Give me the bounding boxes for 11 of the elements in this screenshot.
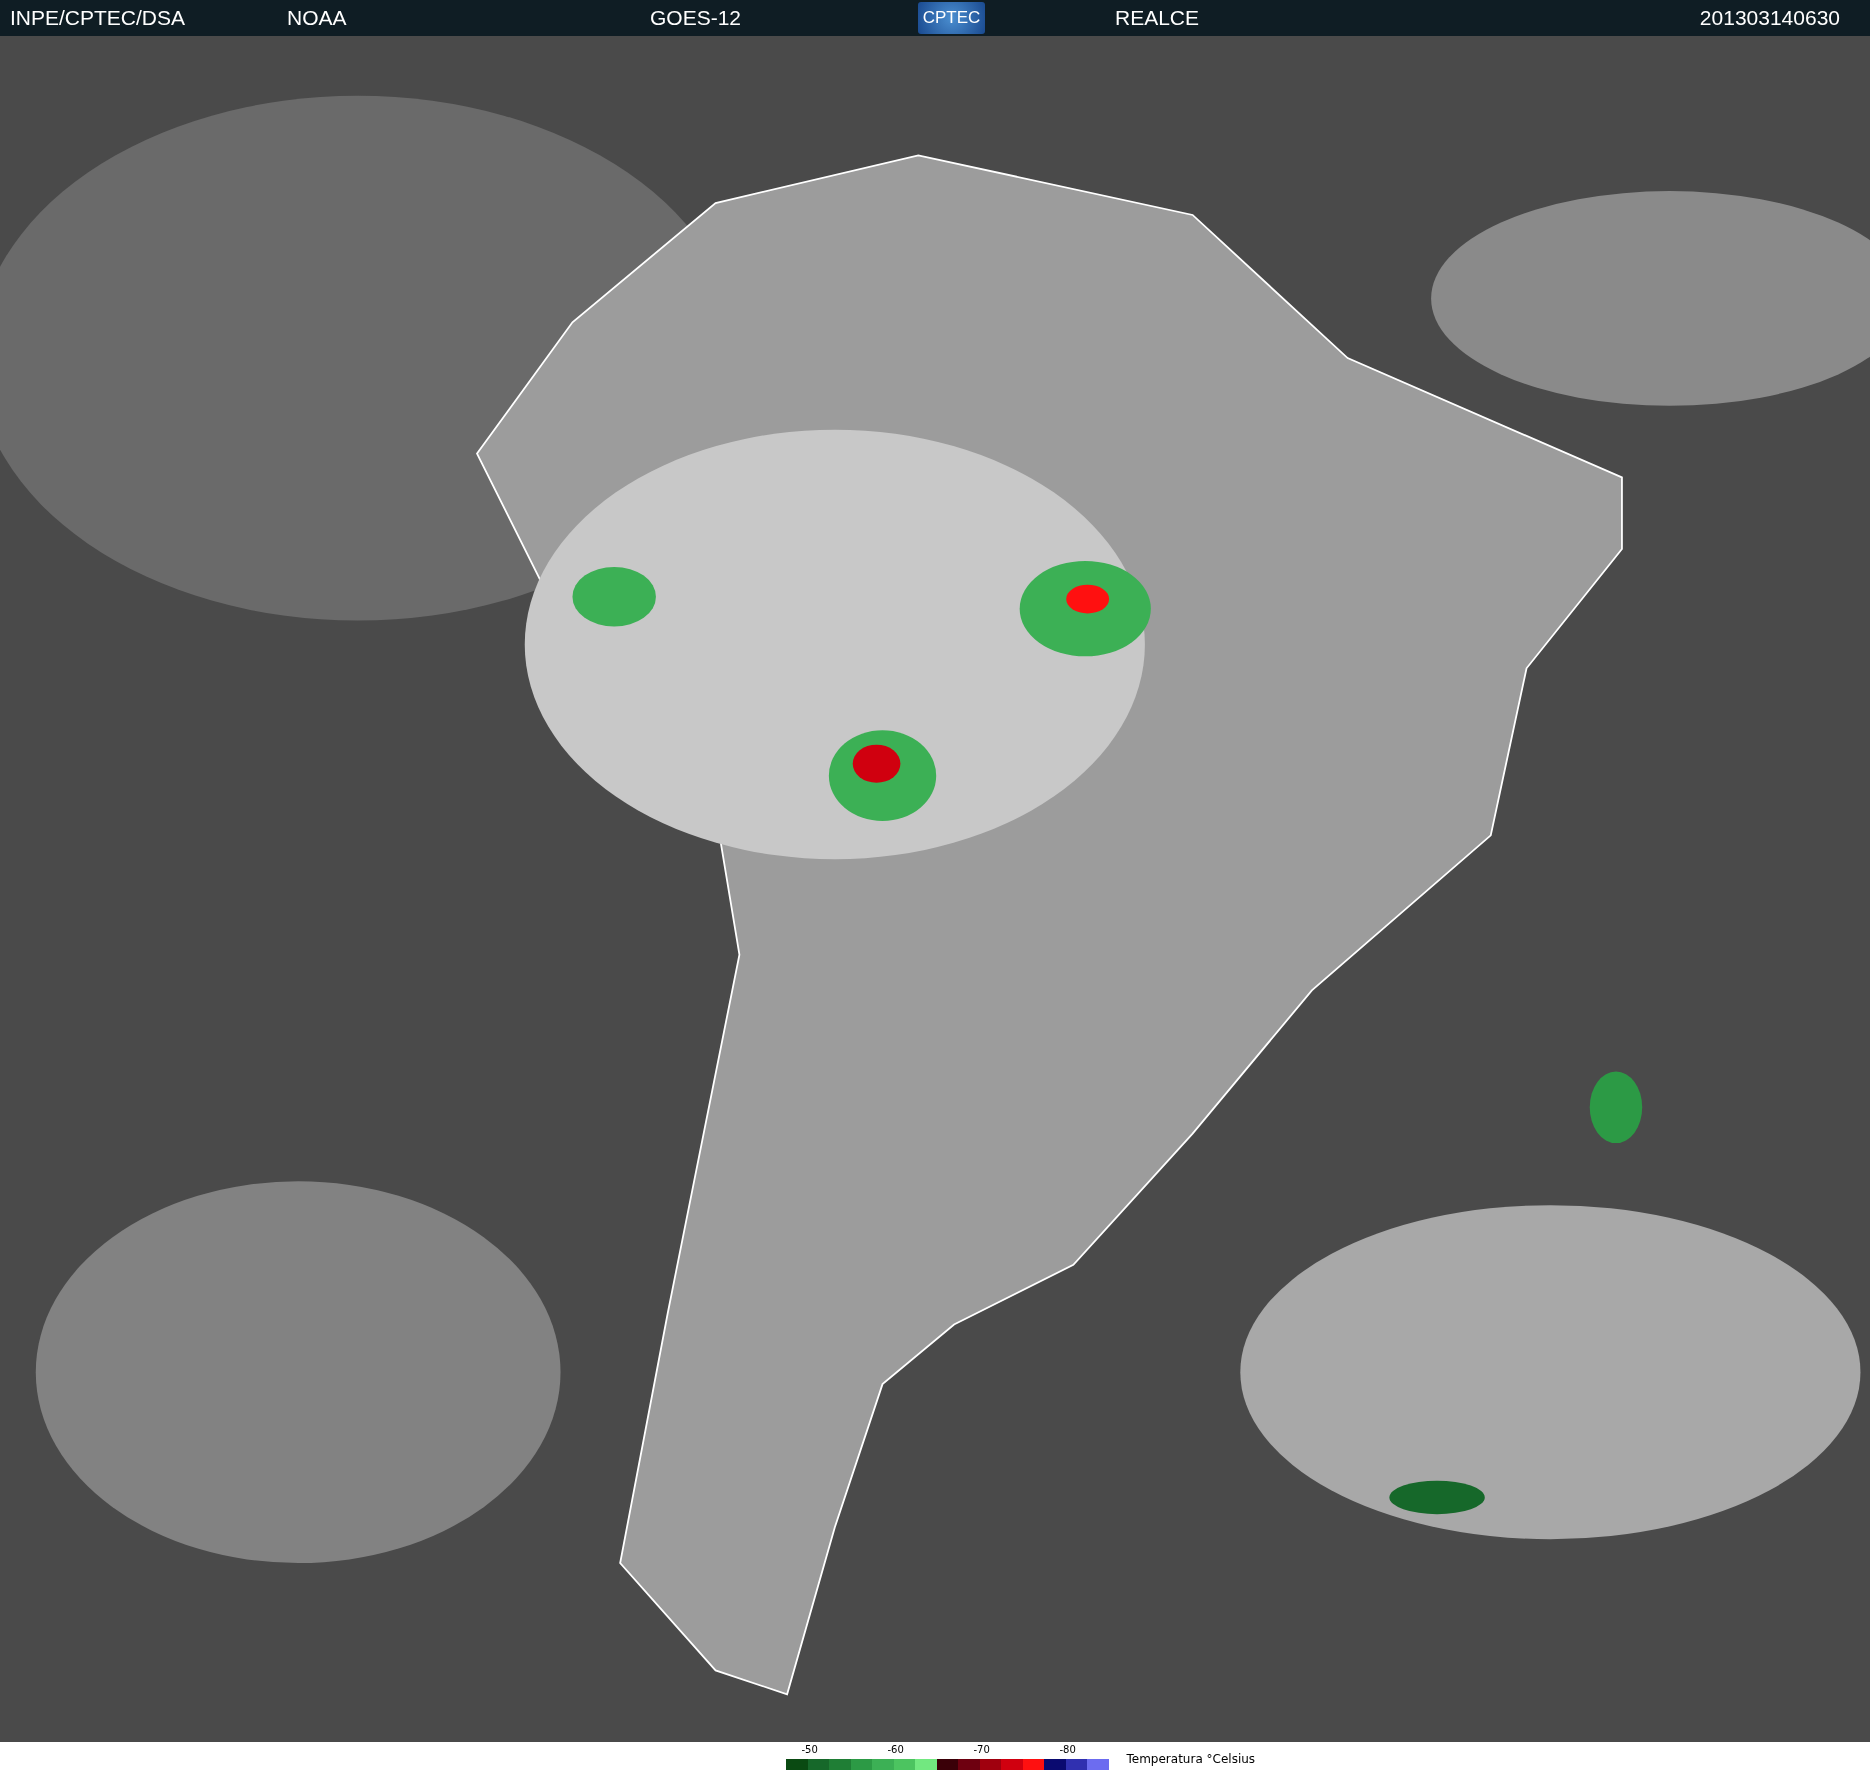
tick-label: -70 — [973, 1744, 990, 1755]
tick-label: -80 — [1059, 1744, 1076, 1755]
agency-label: NOAA — [287, 6, 348, 30]
satellite-label: GOES-12 — [650, 6, 743, 30]
legend-title: Temperatura °Celsius — [1126, 1752, 1256, 1766]
source-label: INPE/CPTEC/DSA — [10, 6, 187, 30]
tick-label: -60 — [887, 1744, 904, 1755]
logo: CPTEC — [918, 2, 985, 34]
tick-label: -50 — [801, 1744, 818, 1755]
timestamp: 201303140630 — [1699, 6, 1840, 30]
product-label: REALCE — [1115, 6, 1201, 30]
